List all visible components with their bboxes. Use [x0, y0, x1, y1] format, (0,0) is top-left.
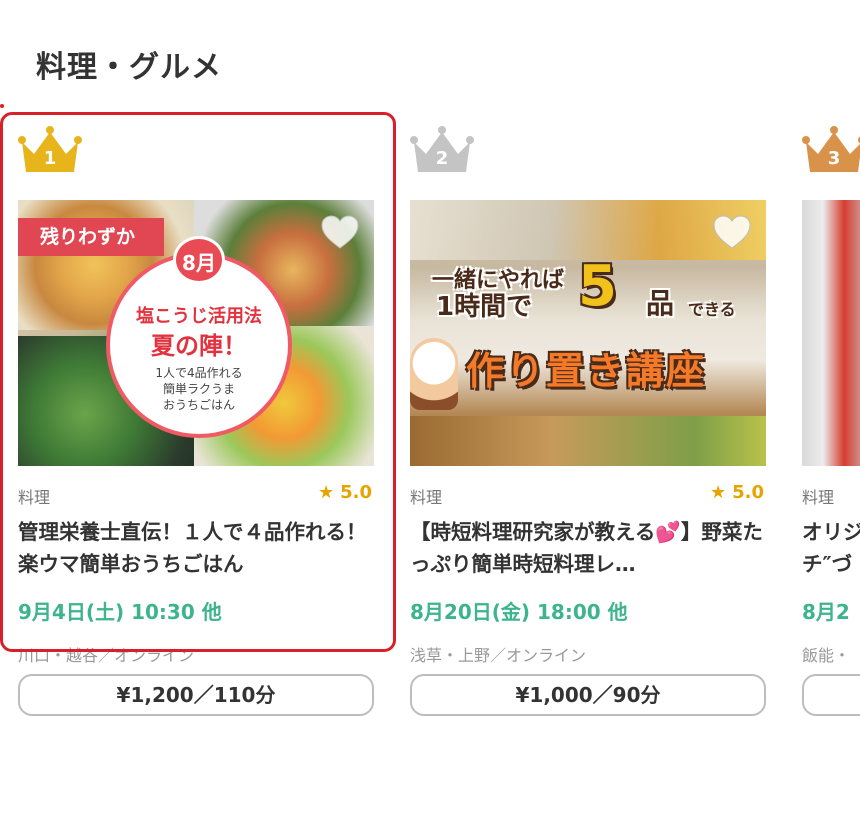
- section-title: 料理・グルメ: [36, 50, 222, 85]
- promo-line-2: 1時間で: [436, 292, 533, 322]
- event-thumbnail[interactable]: [802, 200, 860, 466]
- rank-number: 2: [435, 148, 449, 169]
- promo-number: 5: [578, 254, 617, 319]
- indicator-dot: [0, 104, 4, 108]
- rank-number: 3: [827, 148, 841, 169]
- star-icon: ★: [709, 482, 727, 503]
- price-button[interactable]: ¥1,000／90分: [410, 674, 766, 716]
- chef-illustration: [410, 338, 458, 410]
- star-icon: ★: [317, 482, 335, 503]
- promo-line-4: できる: [688, 300, 736, 319]
- event-card-2[interactable]: 2 一緒にやれば 1時間で 5 品 できる 作り置き講座 料理 ★ 5.0 【時短…: [392, 112, 774, 665]
- event-thumbnail[interactable]: 8月 塩こうじ活用法 夏の陣！ 1人で4品作れる 簡単ラクうま おうちごはん 残…: [18, 200, 374, 466]
- heart-icon[interactable]: [320, 214, 360, 250]
- price-button[interactable]: ¥1,200／110分: [18, 674, 374, 716]
- event-area: 川口・越谷／オンライン: [18, 646, 195, 665]
- promo-headline: 作り置き講座: [466, 349, 707, 393]
- promo-line-1: 塩こうじ活用法: [136, 306, 262, 327]
- category-label: 料理: [410, 488, 443, 507]
- heart-icon[interactable]: [712, 214, 752, 250]
- promo-line-2: 夏の陣！: [151, 332, 247, 360]
- event-card-1[interactable]: 1 8月 塩こうじ活用法 夏の陣！ 1人で4品作れる 簡単ラクうま おうちごはん…: [0, 112, 382, 665]
- price-button[interactable]: [802, 674, 860, 716]
- event-date: 8月20日(金) 18:00 他: [410, 600, 628, 624]
- event-date: 9月4日(土) 10:30 他: [18, 600, 222, 624]
- promo-circle: 8月 塩こうじ活用法 夏の陣！ 1人で4品作れる 簡単ラクうま おうちごはん: [106, 236, 292, 438]
- event-area: 浅草・上野／オンライン: [410, 646, 587, 665]
- few-left-badge: 残りわずか: [18, 218, 164, 256]
- rank-number: 1: [43, 148, 57, 169]
- rating-value: 5.0: [340, 482, 372, 503]
- event-area: 飯能・: [802, 646, 851, 665]
- category-label: 料理: [18, 488, 51, 507]
- promo-line-3: 品: [646, 287, 675, 320]
- event-title[interactable]: オリジ チ″づ: [802, 516, 860, 580]
- promo-line-3: 1人で4品作れる: [155, 366, 243, 380]
- month-badge: 8月: [173, 236, 225, 284]
- category-label: 料理: [802, 488, 835, 507]
- crown-icon: 3: [802, 124, 860, 176]
- event-date: 8月2: [802, 600, 850, 624]
- event-title[interactable]: 管理栄養士直伝！１人で４品作れる！楽ウマ簡単おうちごはん: [18, 516, 374, 580]
- rating-value: 5.0: [732, 482, 764, 503]
- crown-icon: 1: [18, 124, 82, 176]
- rating: ★ 5.0: [710, 482, 764, 503]
- crown-icon: 2: [410, 124, 474, 176]
- event-card-3[interactable]: 3 料理 オリジ チ″づ 8月2 飯能・: [784, 112, 860, 665]
- event-title[interactable]: 【時短料理研究家が教える💕】野菜たっぷり簡単時短料理レ…: [410, 516, 766, 580]
- promo-line-4: 簡単ラクうま: [162, 382, 235, 396]
- promo-line-5: おうちごはん: [162, 398, 235, 412]
- rating: ★ 5.0: [318, 482, 372, 503]
- event-thumbnail[interactable]: 一緒にやれば 1時間で 5 品 できる 作り置き講座: [410, 200, 766, 466]
